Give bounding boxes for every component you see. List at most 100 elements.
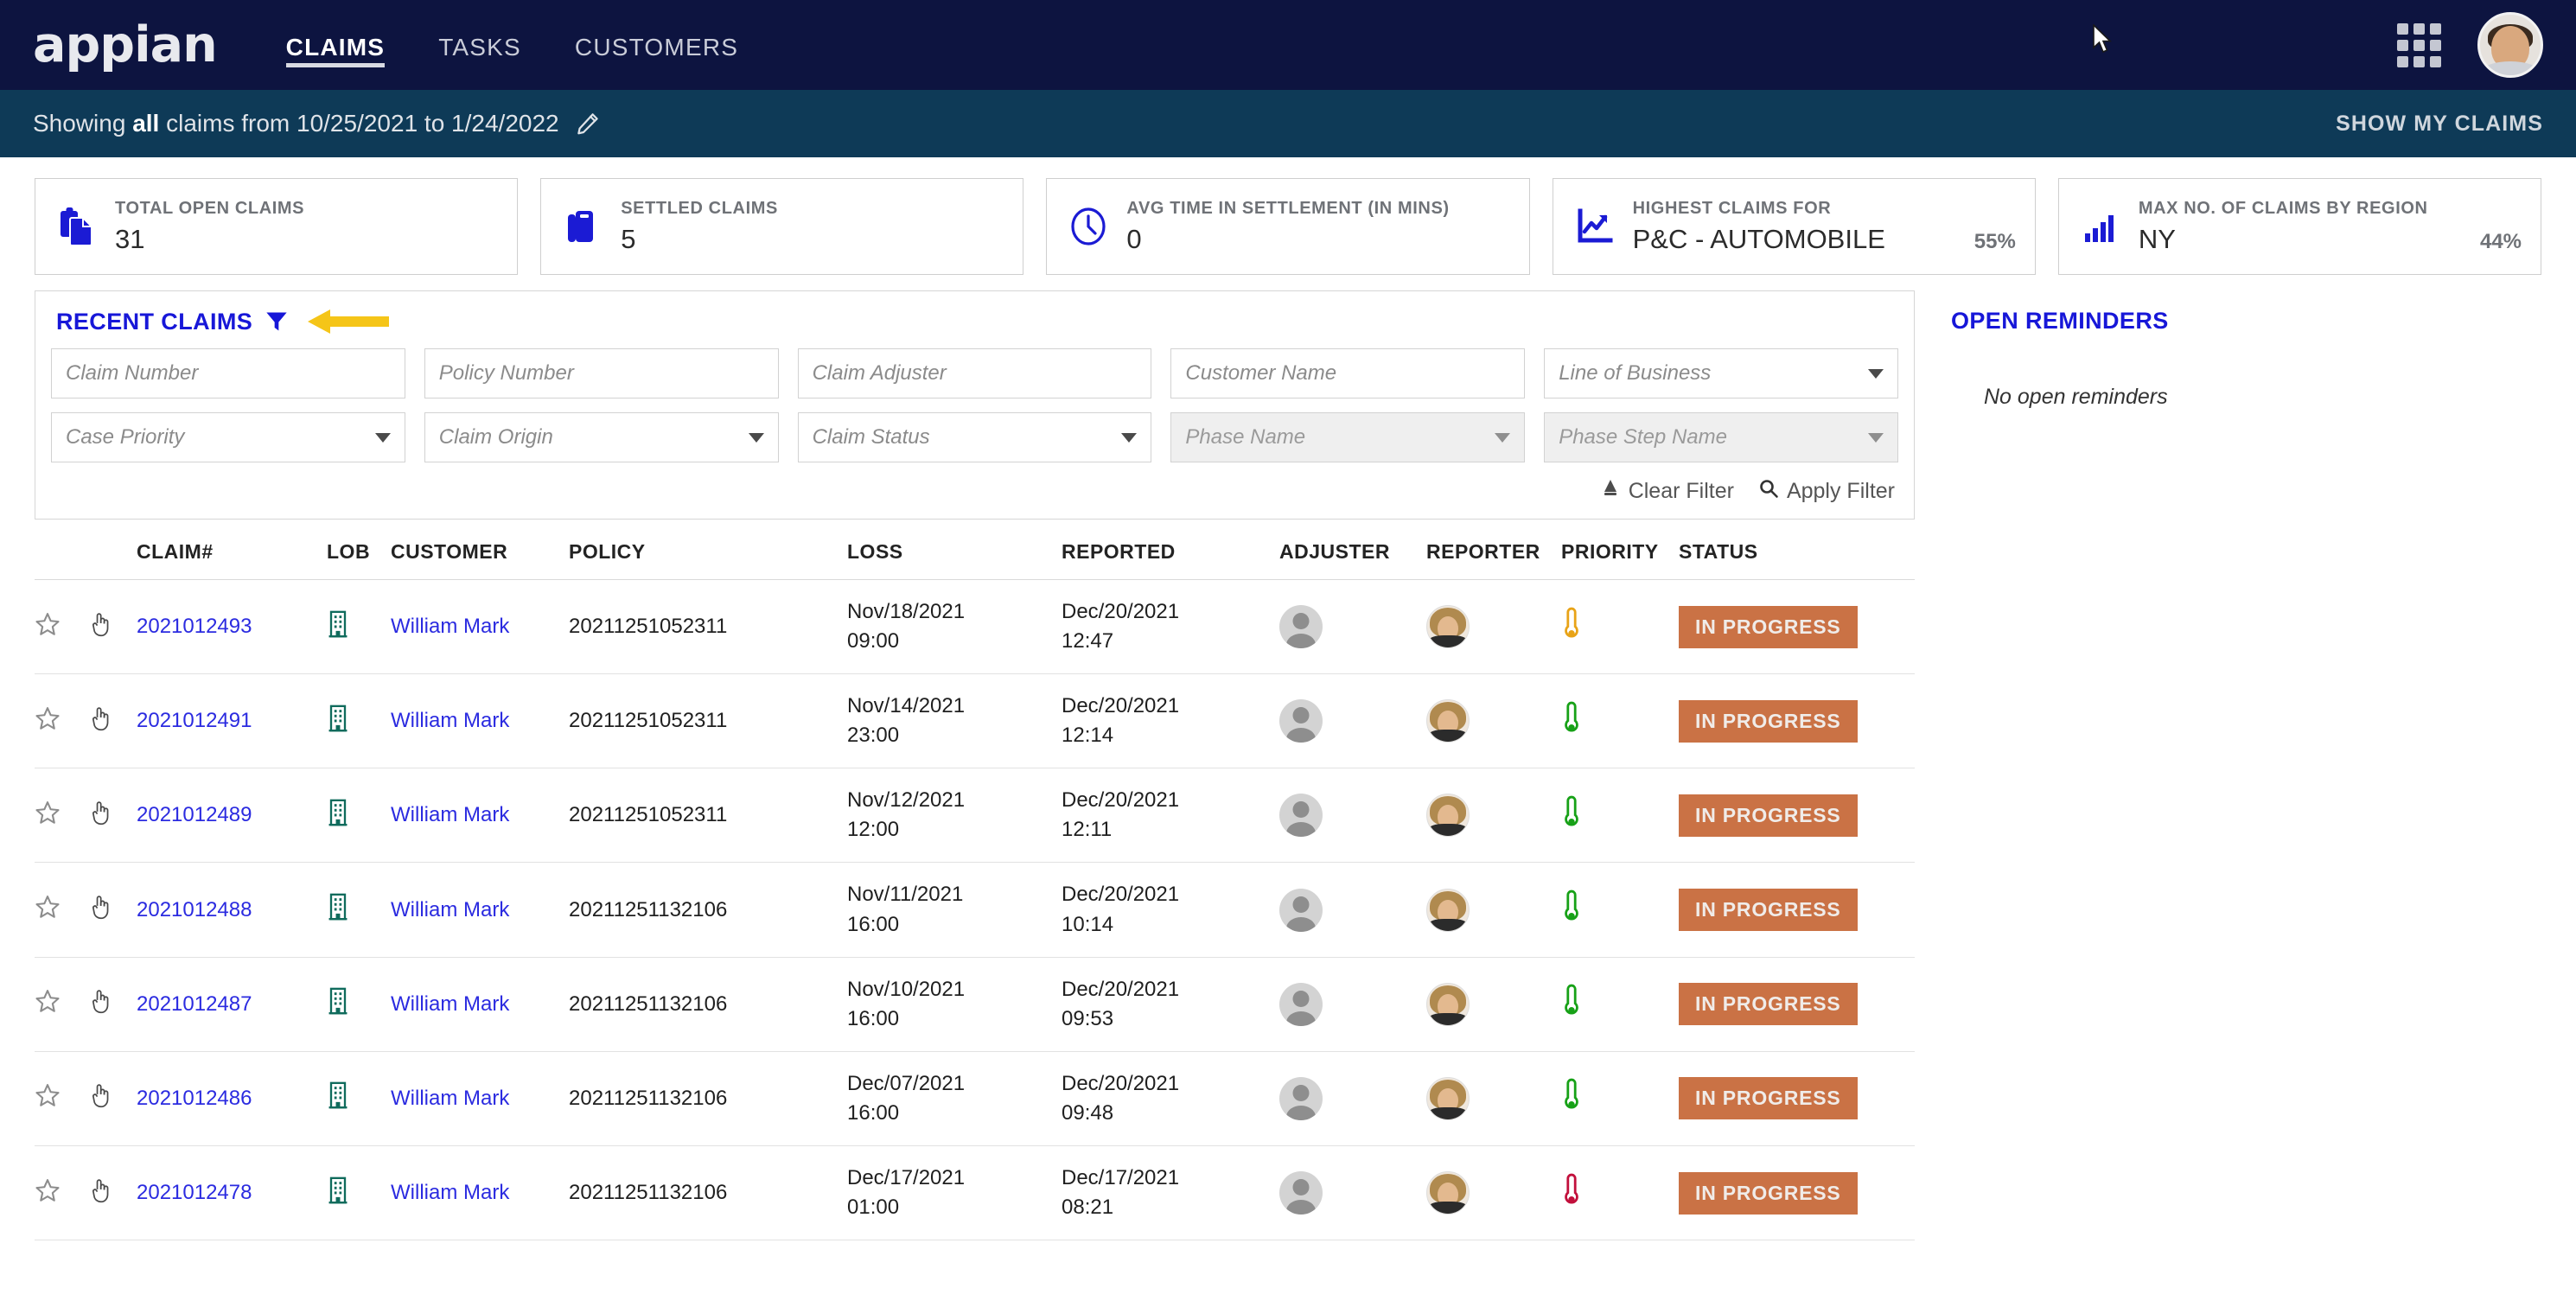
star-icon[interactable]: [35, 705, 61, 731]
pointing-hand-icon[interactable]: [88, 894, 112, 920]
summary-emphasis: all: [132, 110, 160, 137]
field-placeholder: Policy Number: [438, 361, 574, 385]
clear-filter-button[interactable]: Clear Filter: [1600, 478, 1734, 505]
filter-claim-status-select[interactable]: Claim Status: [797, 412, 1152, 462]
filter-row-2: Case Priority Claim Origin Claim Status …: [51, 412, 1898, 462]
customer-link[interactable]: William Mark: [391, 803, 509, 826]
adjuster-cell: [1279, 1145, 1426, 1241]
col-claim-number[interactable]: CLAIM#: [137, 521, 327, 580]
customer-link[interactable]: William Mark: [391, 709, 509, 732]
table-row[interactable]: 2021012478 William Mark 20211251132106 D…: [35, 1145, 1915, 1241]
kpi-card-highest-claims-for[interactable]: HIGHEST CLAIMS FOR P&C - AUTOMOBILE 55%: [1552, 178, 2036, 275]
reporter-avatar[interactable]: [1426, 982, 1470, 1026]
col-loss[interactable]: LOSS: [847, 521, 1062, 580]
pointing-hand-icon[interactable]: [88, 800, 112, 826]
kpi-card-max-claims-by-region[interactable]: MAX NO. OF CLAIMS BY REGION NY 44%: [2057, 178, 2542, 275]
user-avatar[interactable]: [2477, 12, 2543, 78]
reporter-avatar[interactable]: [1426, 794, 1470, 838]
customer-link[interactable]: William Mark: [391, 615, 509, 638]
claim-number-link[interactable]: 2021012486: [137, 1087, 252, 1110]
filter-customer-name-input[interactable]: Customer Name: [1170, 348, 1526, 398]
avatar-body: [1429, 1012, 1467, 1025]
adjuster-avatar-placeholder[interactable]: [1279, 1076, 1323, 1120]
claim-number-link[interactable]: 2021012478: [137, 1181, 252, 1204]
nav-tab-customers[interactable]: CUSTOMERS: [575, 0, 738, 90]
adjuster-avatar-placeholder[interactable]: [1279, 1171, 1323, 1215]
col-lob[interactable]: LOB: [327, 521, 391, 580]
reporter-avatar[interactable]: [1426, 1171, 1470, 1215]
col-adjuster[interactable]: ADJUSTER: [1279, 521, 1426, 580]
table-row[interactable]: 2021012488 William Mark 20211251132106 N…: [35, 862, 1915, 958]
kpi-card-settled-claims[interactable]: SETTLED CLAIMS 5: [540, 178, 1024, 275]
adjuster-avatar-placeholder[interactable]: [1279, 605, 1323, 649]
status-badge[interactable]: IN PROGRESS: [1679, 605, 1858, 648]
table-row[interactable]: 2021012489 William Mark 20211251052311 N…: [35, 768, 1915, 864]
col-customer[interactable]: CUSTOMER: [391, 521, 569, 580]
status-badge[interactable]: IN PROGRESS: [1679, 699, 1858, 743]
apps-grid-icon[interactable]: [2397, 22, 2441, 67]
claim-number-link[interactable]: 2021012487: [137, 992, 252, 1016]
col-status[interactable]: STATUS: [1679, 521, 1915, 580]
pointing-hand-icon[interactable]: [88, 1082, 112, 1108]
thermometer-icon: [1561, 795, 1582, 836]
nav-tab-tasks[interactable]: TASKS: [438, 0, 521, 90]
claim-number-link[interactable]: 2021012489: [137, 803, 252, 826]
star-icon[interactable]: [35, 988, 61, 1014]
pencil-icon[interactable]: [575, 111, 601, 137]
adjuster-avatar-placeholder[interactable]: [1279, 982, 1323, 1026]
customer-link[interactable]: William Mark: [391, 1181, 509, 1204]
status-badge[interactable]: IN PROGRESS: [1679, 794, 1858, 837]
favorite-cell: [35, 1051, 88, 1146]
claim-number-link[interactable]: 2021012488: [137, 898, 252, 921]
star-icon[interactable]: [35, 1082, 61, 1108]
customer-link[interactable]: William Mark: [391, 898, 509, 921]
filter-line-of-business-select[interactable]: Line of Business: [1544, 348, 1898, 398]
kpi-text-group: SETTLED CLAIMS 5: [621, 199, 1004, 255]
col-reported[interactable]: REPORTED: [1062, 521, 1279, 580]
customer-link[interactable]: William Mark: [391, 1087, 509, 1110]
reporter-avatar[interactable]: [1426, 699, 1470, 743]
kpi-card-total-open-claims[interactable]: TOTAL OPEN CLAIMS 31: [35, 178, 519, 275]
pointing-hand-icon[interactable]: [88, 1177, 112, 1203]
table-row[interactable]: 2021012487 William Mark 20211251132106 N…: [35, 957, 1915, 1052]
appian-logo[interactable]: appian: [33, 16, 218, 73]
customer-link[interactable]: William Mark: [391, 992, 509, 1016]
status-badge[interactable]: IN PROGRESS: [1679, 1171, 1858, 1215]
filter-claim-origin-select[interactable]: Claim Origin: [424, 412, 779, 462]
table-row[interactable]: 2021012493 William Mark 20211251052311 N…: [35, 579, 1915, 675]
filter-claim-number-input[interactable]: Claim Number: [51, 348, 405, 398]
reporter-avatar[interactable]: [1426, 1076, 1470, 1120]
show-my-claims-button[interactable]: SHOW MY CLAIMS: [2336, 112, 2543, 137]
col-policy[interactable]: POLICY: [569, 521, 847, 580]
related-action-cell: [88, 673, 137, 769]
table-row[interactable]: 2021012491 William Mark 20211251052311 N…: [35, 673, 1915, 769]
filter-policy-number-input[interactable]: Policy Number: [424, 348, 779, 398]
filter-claim-adjuster-input[interactable]: Claim Adjuster: [797, 348, 1152, 398]
nav-tab-claims[interactable]: CLAIMS: [285, 0, 386, 90]
pointing-hand-icon[interactable]: [88, 611, 112, 637]
reporter-avatar[interactable]: [1426, 605, 1470, 649]
star-icon[interactable]: [35, 1177, 61, 1203]
kpi-card-avg-time-in-settlement[interactable]: AVG TIME IN SETTLEMENT (IN MINS) 0: [1046, 178, 1530, 275]
table-row[interactable]: 2021012486 William Mark 20211251132106 D…: [35, 1051, 1915, 1146]
adjuster-avatar-placeholder[interactable]: [1279, 794, 1323, 838]
reporter-avatar[interactable]: [1426, 888, 1470, 932]
line-chart-icon: [1572, 207, 1617, 245]
claim-number-link[interactable]: 2021012493: [137, 615, 252, 638]
pointing-hand-icon[interactable]: [88, 705, 112, 731]
adjuster-avatar-placeholder[interactable]: [1279, 699, 1323, 743]
status-badge[interactable]: IN PROGRESS: [1679, 889, 1858, 932]
status-badge[interactable]: IN PROGRESS: [1679, 1077, 1858, 1120]
filter-case-priority-select[interactable]: Case Priority: [51, 412, 405, 462]
star-icon[interactable]: [35, 800, 61, 826]
apply-filter-button[interactable]: Apply Filter: [1758, 478, 1895, 505]
star-icon[interactable]: [35, 894, 61, 920]
pointing-hand-icon[interactable]: [88, 988, 112, 1014]
filter-funnel-icon[interactable]: [265, 309, 289, 334]
adjuster-avatar-placeholder[interactable]: [1279, 888, 1323, 932]
status-badge[interactable]: IN PROGRESS: [1679, 983, 1858, 1026]
star-icon[interactable]: [35, 611, 61, 637]
col-priority[interactable]: PRIORITY: [1561, 521, 1679, 580]
col-reporter[interactable]: REPORTER: [1426, 521, 1561, 580]
claim-number-link[interactable]: 2021012491: [137, 709, 252, 732]
